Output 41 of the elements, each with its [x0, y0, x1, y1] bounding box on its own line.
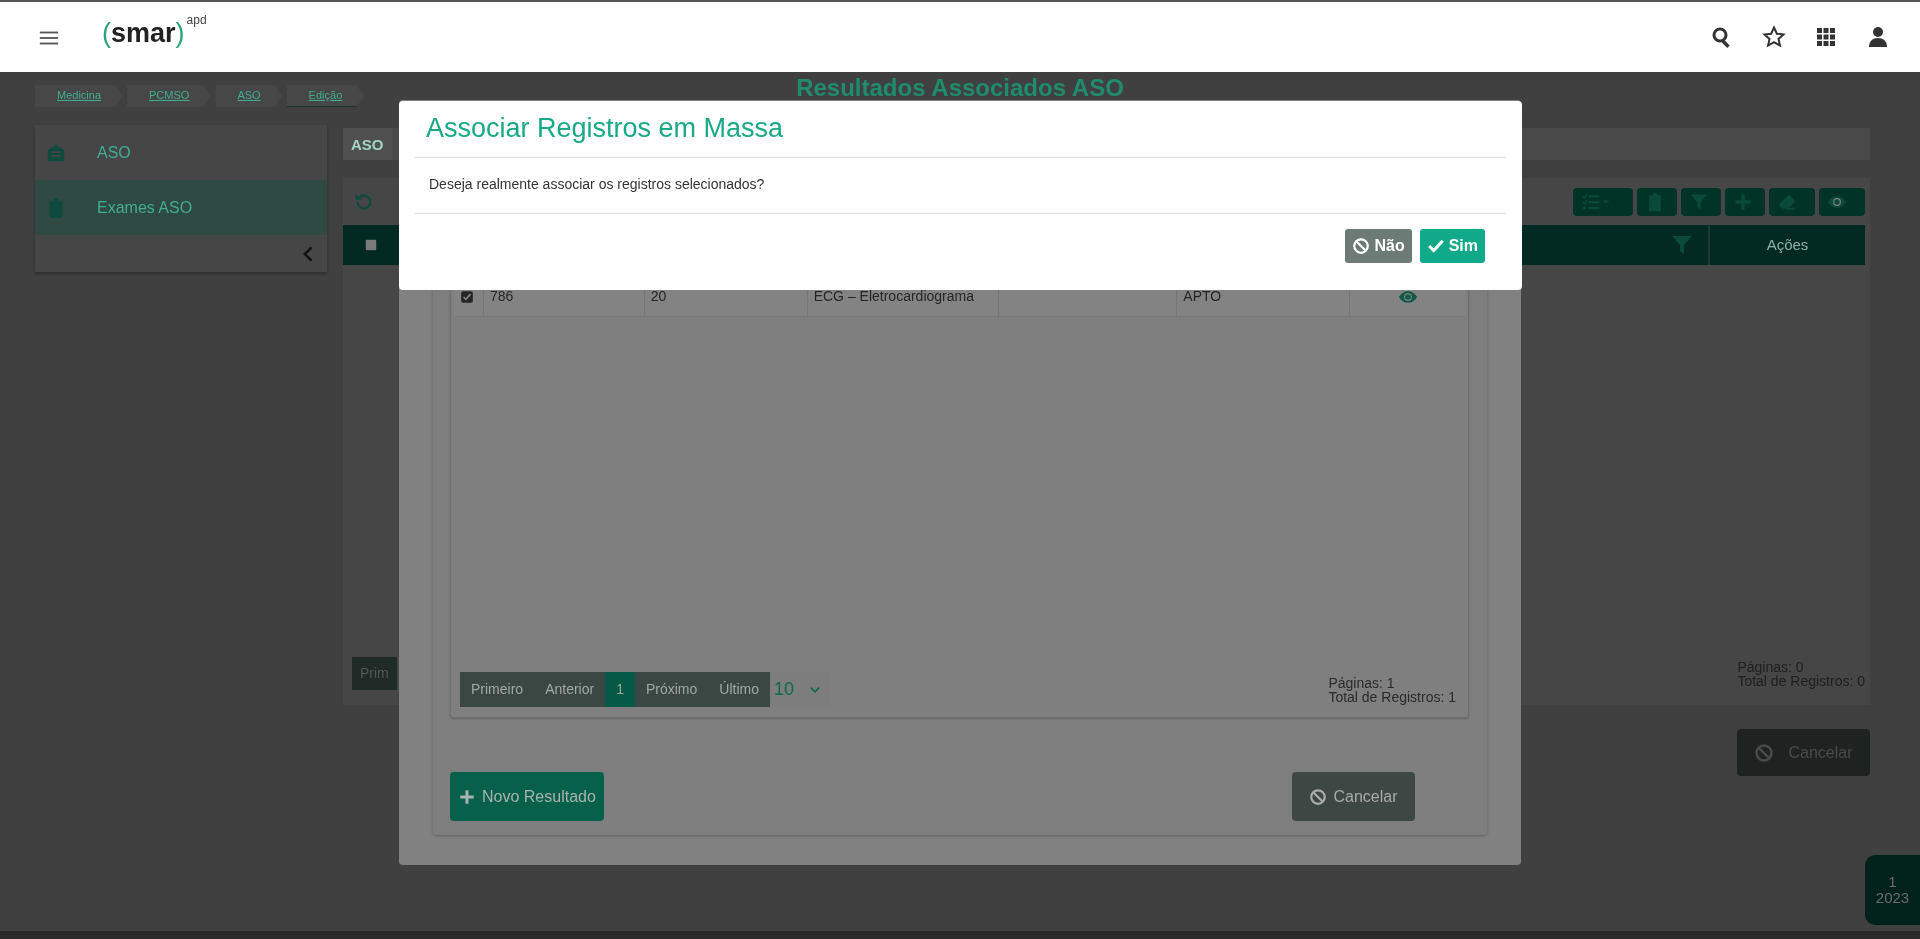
ban-icon: [1352, 237, 1371, 255]
filter-icon: [1689, 192, 1709, 212]
eye-button[interactable]: [1819, 188, 1865, 216]
dialog-title: Associar Registros em Massa: [425, 112, 785, 145]
page-count: Páginas: 1: [1328, 675, 1395, 690]
decline-button[interactable]: Não: [1345, 229, 1412, 263]
add-button[interactable]: [1725, 188, 1765, 216]
clipboard-button[interactable]: [1637, 188, 1677, 216]
pagination-button[interactable]: Último: [708, 672, 770, 707]
confirm-button[interactable]: Sim: [1419, 229, 1485, 263]
filter-icon[interactable]: [1670, 233, 1694, 257]
list-options-button[interactable]: [1573, 188, 1633, 216]
pagination-button[interactable]: 1: [605, 672, 635, 707]
plus-icon: [458, 787, 476, 806]
breadcrumb-link[interactable]: PCMSO: [127, 85, 212, 107]
row-checkbox[interactable]: [460, 289, 474, 304]
eraser-button[interactable]: [1769, 188, 1815, 216]
sidebar-item[interactable]: Exames ASO: [35, 180, 327, 235]
breadcrumb-link[interactable]: Edição: [286, 85, 365, 107]
filter-button[interactable]: [1681, 188, 1721, 216]
record-count: Total de Registros: 1: [1328, 689, 1456, 704]
column-header: Ações: [1708, 225, 1865, 265]
page-title: Resultados Associados ASO: [796, 74, 1124, 102]
year-badge[interactable]: 1 2023: [1865, 855, 1920, 925]
pagination-button[interactable]: Próximo: [634, 672, 709, 707]
dialog-message: Deseja realmente associar os registros selecionados?: [415, 157, 1506, 214]
favorites-button[interactable]: [1762, 24, 1786, 50]
check-icon: [1426, 237, 1445, 255]
pagination-button[interactable]: Primeiro: [460, 672, 535, 707]
ban-icon: [1309, 787, 1328, 806]
breadcrumb-link[interactable]: ASO: [215, 85, 283, 107]
ban-icon: [1754, 742, 1775, 763]
tab[interactable]: ASO: [343, 128, 392, 160]
pagination-button[interactable]: Anterior: [534, 672, 606, 707]
user-button[interactable]: [1866, 24, 1890, 50]
breadcrumb-link[interactable]: Medicina: [35, 85, 124, 107]
select-all-checkbox[interactable]: [364, 238, 378, 252]
new-result-button[interactable]: Novo Resultado: [450, 772, 604, 821]
cancel-button[interactable]: Cancelar: [1292, 772, 1415, 821]
sidebar-item[interactable]: ASO: [35, 125, 327, 180]
eraser-icon: [1777, 192, 1797, 212]
